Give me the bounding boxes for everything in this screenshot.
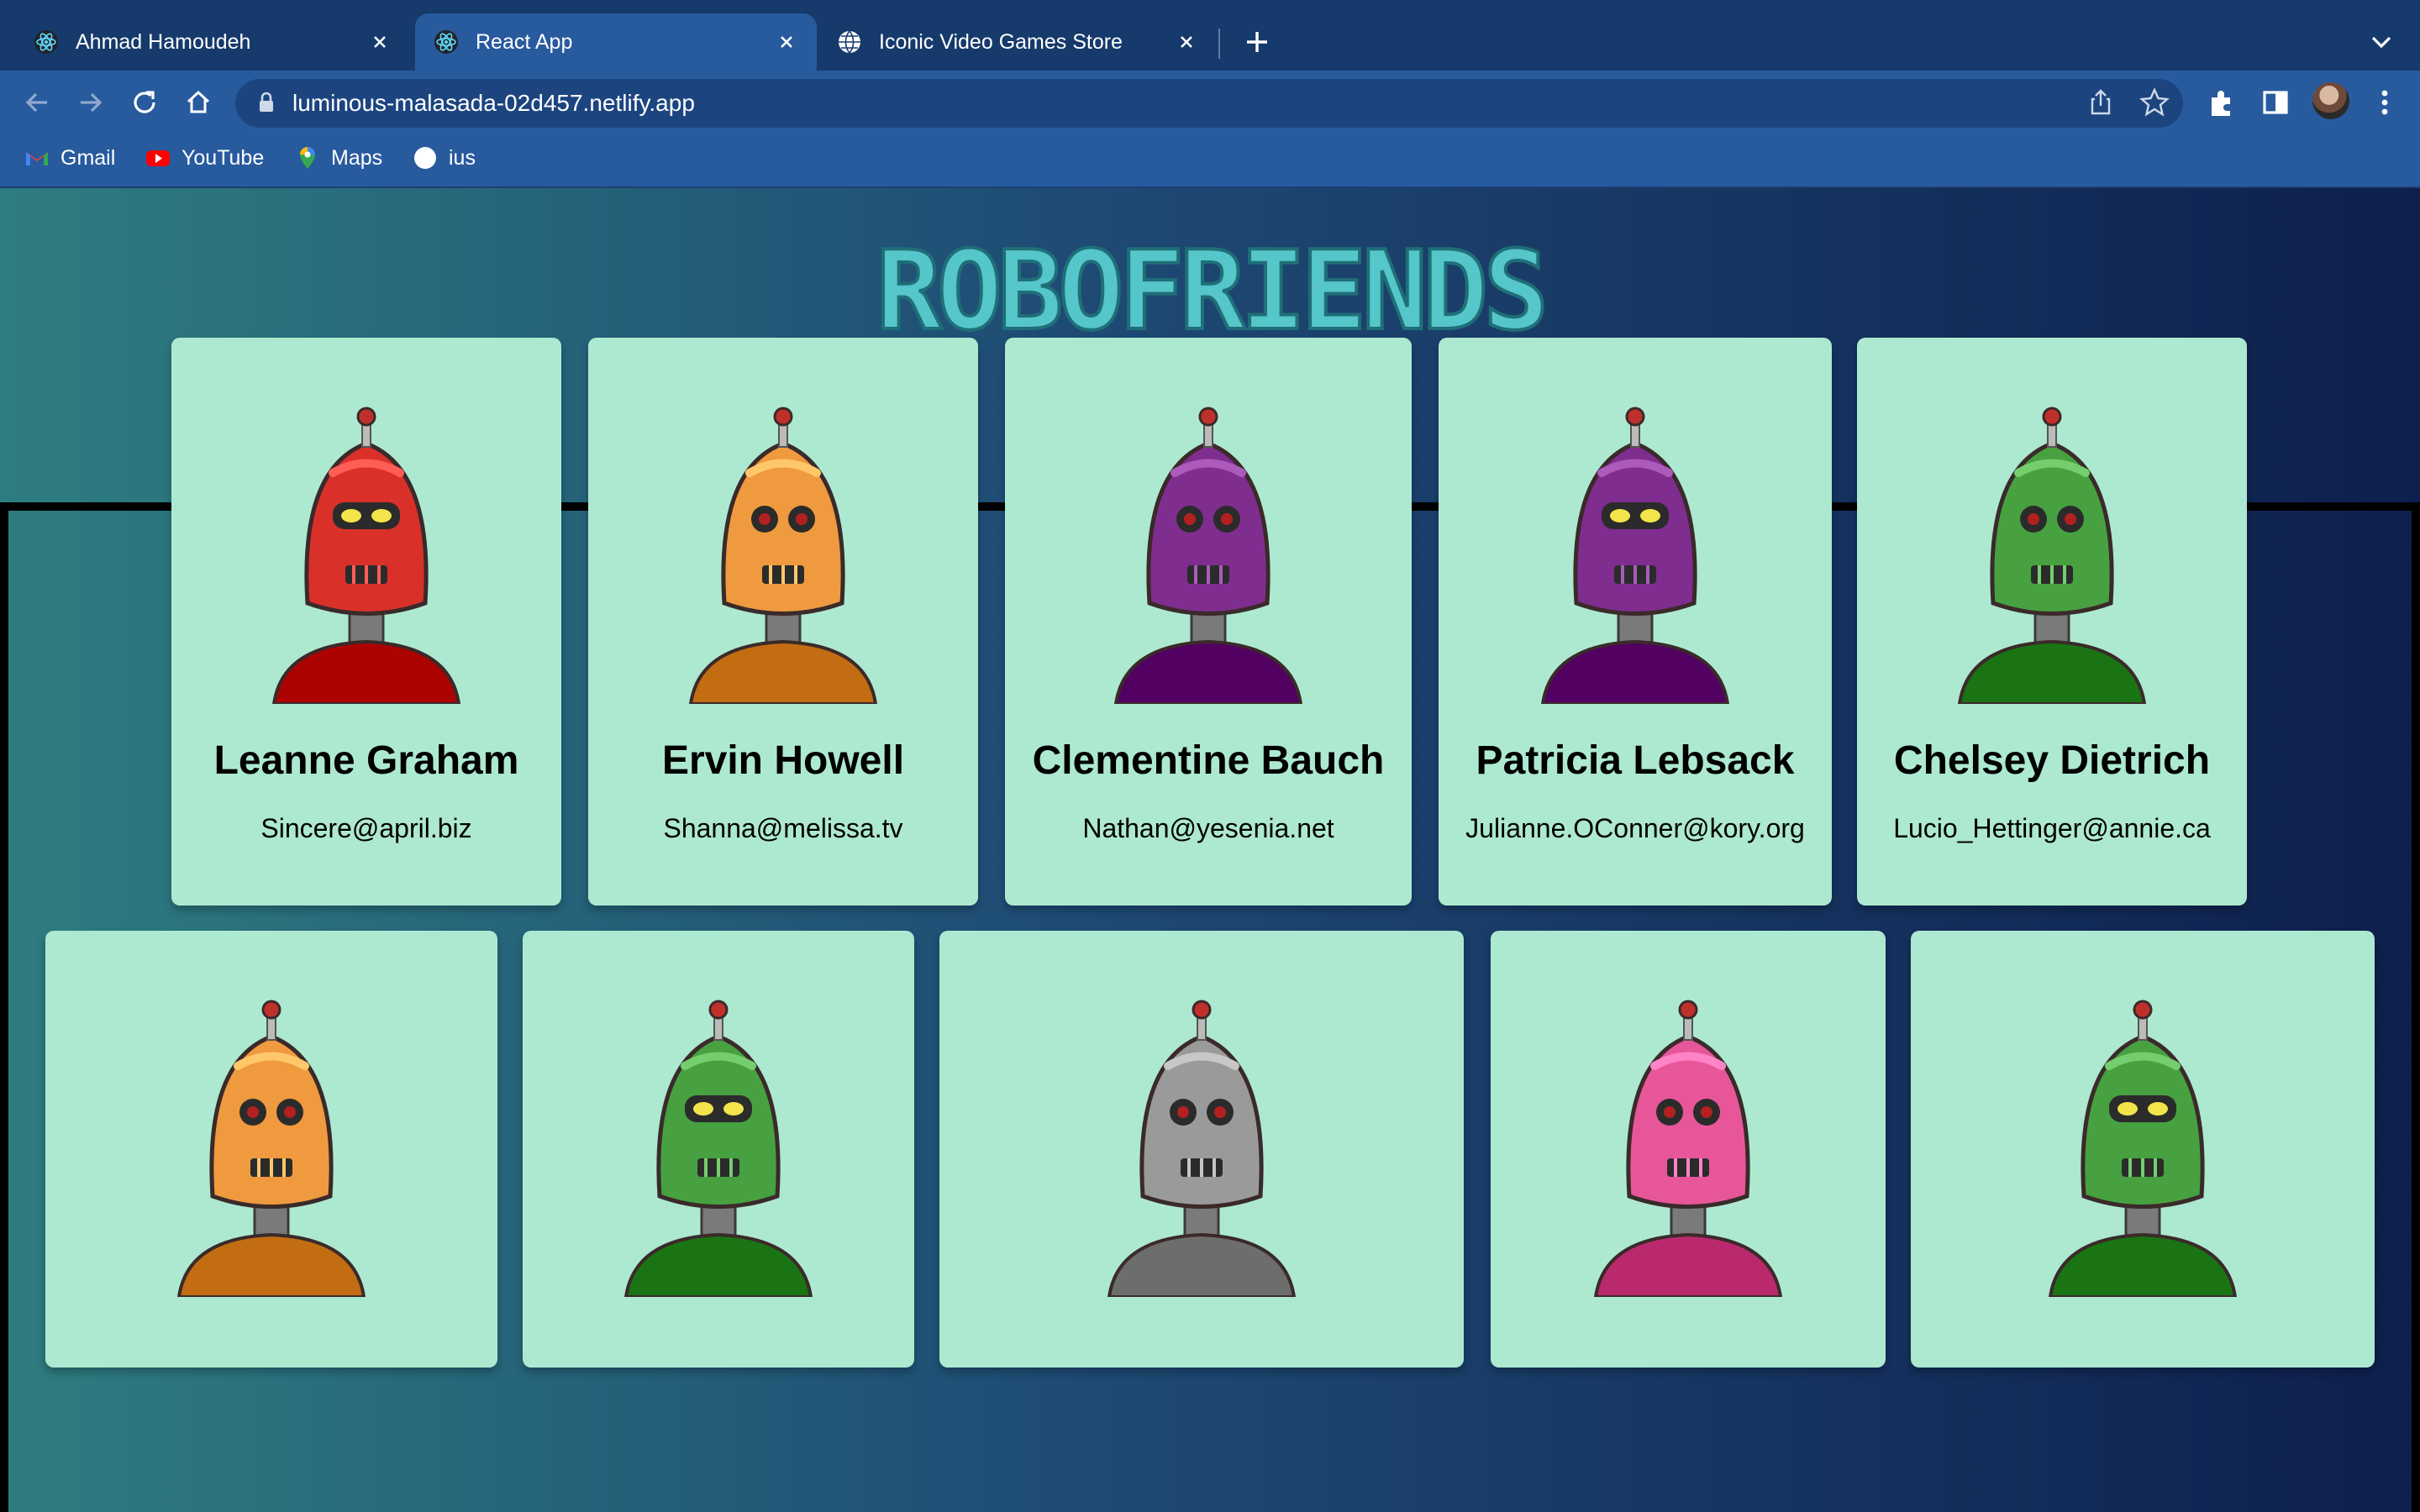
new-tab-icon[interactable] <box>1240 25 1274 59</box>
robot-card[interactable] <box>1491 931 1886 1368</box>
bookmark-youtube[interactable]: YouTube <box>145 141 264 175</box>
youtube-icon <box>146 150 170 166</box>
robot-avatar <box>688 407 878 704</box>
back-arrow-icon[interactable] <box>18 84 55 121</box>
robot-card[interactable] <box>1911 931 2375 1368</box>
tab-react-app[interactable]: React App <box>415 13 817 71</box>
robot-avatar <box>1540 407 1730 704</box>
app-title: ROBOFRIENDS <box>875 227 1551 354</box>
robofriends-page: ROBOFRIENDS Leanne Graham Sincere@april.b… <box>0 188 2420 1512</box>
tab-ahmad-hamoudeh[interactable]: Ahmad Hamoudeh <box>15 13 410 71</box>
robot-name: Leanne Graham <box>213 738 519 783</box>
robot-email: Nathan@yesenia.net <box>1082 813 1334 843</box>
robot-card[interactable]: Leanne Graham Sincere@april.biz <box>171 338 561 906</box>
close-tab-icon[interactable] <box>775 30 798 54</box>
lock-icon[interactable] <box>257 91 276 114</box>
more-menu-icon[interactable] <box>2366 84 2403 121</box>
robot-avatar <box>2048 1000 2238 1297</box>
robot-avatar <box>1113 407 1303 704</box>
robot-name: Ervin Howell <box>661 738 905 783</box>
robot-card[interactable] <box>45 931 497 1368</box>
chevron-down-icon[interactable] <box>2366 29 2396 55</box>
tab-iconic-video-games-store[interactable]: Iconic Video Games Store <box>818 13 1217 71</box>
robot-name: Chelsey Dietrich <box>1893 738 2211 783</box>
forward-arrow-icon[interactable] <box>72 84 109 121</box>
react-icon <box>34 30 58 54</box>
bookmark-label: ius <box>449 145 476 170</box>
robot-card[interactable] <box>523 931 914 1368</box>
circle-icon <box>414 147 436 169</box>
bookmark-gmail[interactable]: Gmail <box>24 141 115 175</box>
robot-email: Sincere@april.biz <box>260 813 472 843</box>
robot-avatar <box>1957 407 2147 704</box>
robot-avatar <box>623 1000 813 1297</box>
robot-avatar <box>1107 1000 1297 1297</box>
extensions-icon[interactable] <box>2203 84 2240 121</box>
robot-avatar <box>1593 1000 1783 1297</box>
side-panel-icon[interactable] <box>2257 84 2294 121</box>
tab-divider <box>1218 29 1220 59</box>
react-icon <box>434 30 458 54</box>
robot-name: Clementine Bauch <box>1032 738 1385 783</box>
tab-title: Ahmad Hamoudeh <box>76 29 251 54</box>
home-icon[interactable] <box>180 84 217 121</box>
bookmark-label: Gmail <box>60 145 116 170</box>
robot-card[interactable] <box>939 931 1464 1368</box>
bookmark-label: Maps <box>331 145 383 170</box>
robot-email: Lucio_Hettinger@annie.ca <box>1893 813 2211 843</box>
bookmark-maps[interactable]: Maps <box>294 141 382 175</box>
tab-title: React App <box>476 29 573 54</box>
robot-avatar <box>176 1000 366 1297</box>
bookmark-label: YouTube <box>182 145 265 170</box>
bookmark-star-icon[interactable] <box>2138 86 2171 119</box>
robot-card[interactable]: Patricia Lebsack Julianne.OConner@kory.or… <box>1439 338 1832 906</box>
close-tab-icon[interactable] <box>1175 30 1198 54</box>
url-text[interactable]: luminous-malasada-02d457.netlify.app <box>292 86 695 121</box>
profile-avatar[interactable] <box>2312 82 2349 119</box>
bookmark-ius[interactable]: ius <box>412 141 476 175</box>
robot-name: Patricia Lebsack <box>1476 738 1795 783</box>
robot-card[interactable]: Chelsey Dietrich Lucio_Hettinger@annie.ca <box>1857 338 2247 906</box>
globe-icon <box>839 30 860 54</box>
gmail-icon <box>26 152 48 165</box>
close-tab-icon[interactable] <box>368 30 392 54</box>
reload-icon[interactable] <box>126 84 163 121</box>
share-icon[interactable] <box>2084 86 2118 119</box>
robot-card[interactable]: Clementine Bauch Nathan@yesenia.net <box>1005 338 1412 906</box>
robot-card[interactable]: Ervin Howell Shanna@melissa.tv <box>588 338 978 906</box>
maps-icon <box>300 147 315 169</box>
robot-avatar <box>271 407 461 704</box>
robot-email: Shanna@melissa.tv <box>663 813 903 843</box>
tab-title: Iconic Video Games Store <box>879 29 1123 54</box>
robot-email: Julianne.OConner@kory.org <box>1465 813 1805 843</box>
